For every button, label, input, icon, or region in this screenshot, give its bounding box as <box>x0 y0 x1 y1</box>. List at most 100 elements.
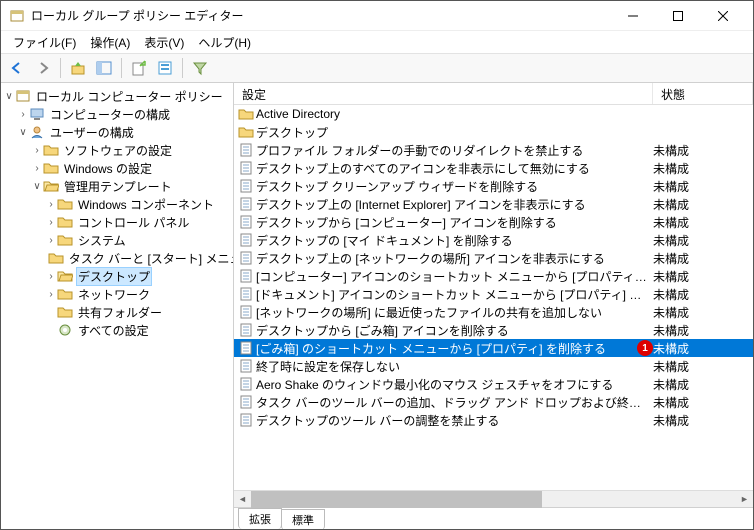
policy-icon <box>236 340 256 356</box>
tree-desktop[interactable]: › デスクトップ <box>1 267 233 285</box>
tabstrip: 拡張 標準 <box>234 507 753 529</box>
policy-icon <box>236 232 256 248</box>
list-row[interactable]: デスクトップの [マイ ドキュメント] を削除する未構成 <box>234 231 753 249</box>
collapse-icon[interactable]: ∨ <box>3 91 15 102</box>
list-row[interactable]: [ネットワークの場所] に最近使ったファイルの共有を追加しない未構成 <box>234 303 753 321</box>
tree-label: コントロール パネル <box>76 213 191 232</box>
list-row[interactable]: [ドキュメント] アイコンのショートカット メニューから [プロパティ] を削除… <box>234 285 753 303</box>
collapse-icon[interactable]: ∨ <box>31 181 43 192</box>
menu-action[interactable]: 操作(A) <box>84 32 136 53</box>
list-row[interactable]: Aero Shake のウィンドウ最小化のマウス ジェスチャをオフにする未構成 <box>234 375 753 393</box>
policy-icon <box>236 394 256 410</box>
horizontal-scrollbar[interactable]: ◄ ► <box>234 490 753 507</box>
tree-computer-config[interactable]: › コンピューターの構成 <box>1 105 233 123</box>
policy-icon <box>236 358 256 374</box>
refresh-button[interactable] <box>153 56 177 80</box>
user-icon <box>29 124 45 140</box>
tree-all-settings[interactable]: すべての設定 <box>1 321 233 339</box>
tab-extended[interactable]: 拡張 <box>238 508 282 529</box>
expand-icon[interactable]: › <box>45 271 57 282</box>
tree-control-panel[interactable]: › コントロール パネル <box>1 213 233 231</box>
tree-user-config[interactable]: ∨ ユーザーの構成 <box>1 123 233 141</box>
list-row[interactable]: デスクトップのツール バーの調整を禁止する未構成 <box>234 411 753 429</box>
tree-label: 共有フォルダー <box>76 303 164 322</box>
menubar: ファイル(F) 操作(A) 表示(V) ヘルプ(H) <box>1 31 753 53</box>
tree-software[interactable]: › ソフトウェアの設定 <box>1 141 233 159</box>
policy-icon <box>236 142 256 158</box>
scroll-left-button[interactable]: ◄ <box>234 491 251 508</box>
list-row[interactable]: デスクトップ <box>234 123 753 141</box>
list-row[interactable]: デスクトップ上のすべてのアイコンを非表示にして無効にする未構成 <box>234 159 753 177</box>
list-row[interactable]: タスク バーのツール バーの追加、ドラッグ アンド ドロップおよび終了を…未構成 <box>234 393 753 411</box>
list-row[interactable]: デスクトップから [ごみ箱] アイコンを削除する未構成 <box>234 321 753 339</box>
list-row[interactable]: [コンピューター] アイコンのショートカット メニューから [プロパティ] を削… <box>234 267 753 285</box>
column-state[interactable]: 状態 <box>653 83 753 104</box>
tree-win-components[interactable]: › Windows コンポーネント <box>1 195 233 213</box>
expand-icon[interactable]: › <box>31 163 43 174</box>
policy-icon <box>236 196 256 212</box>
cell-state: 未構成 <box>653 178 753 195</box>
expand-icon[interactable]: › <box>45 289 57 300</box>
tree-label: システム <box>76 231 128 250</box>
list-row[interactable]: デスクトップ クリーンアップ ウィザードを削除する未構成 <box>234 177 753 195</box>
filter-button[interactable] <box>188 56 212 80</box>
tree-pane[interactable]: ∨ ローカル コンピューター ポリシー › コンピューターの構成 ∨ ユーザーの… <box>1 83 234 529</box>
tree-label: コンピューターの構成 <box>48 105 172 124</box>
cell-setting: [ごみ箱] のショートカット メニューから [プロパティ] を削除する <box>256 340 631 357</box>
policy-icon <box>236 412 256 428</box>
tree-label: ローカル コンピューター ポリシー <box>34 87 225 106</box>
column-setting[interactable]: 設定 <box>234 83 653 104</box>
collapse-icon[interactable]: ∨ <box>17 127 29 138</box>
list-row[interactable]: デスクトップ上の [Internet Explorer] アイコンを非表示にする… <box>234 195 753 213</box>
cell-state: 未構成 <box>653 376 753 393</box>
scroll-right-button[interactable]: ► <box>736 491 753 508</box>
folder-icon <box>57 196 73 212</box>
list-pane: 設定 状態 Active Directoryデスクトッププロファイル フォルダー… <box>234 83 753 529</box>
tree-shared-folder[interactable]: 共有フォルダー <box>1 303 233 321</box>
separator <box>60 58 61 78</box>
cell-setting: [ドキュメント] アイコンのショートカット メニューから [プロパティ] を削除 <box>256 286 653 303</box>
minimize-button[interactable] <box>610 2 655 30</box>
expand-icon[interactable]: › <box>45 199 57 210</box>
cell-state: 未構成 <box>653 358 753 375</box>
folder-open-icon <box>57 268 73 284</box>
list-row[interactable]: Active Directory <box>234 105 753 123</box>
scroll-track[interactable] <box>251 491 736 508</box>
list-row[interactable]: デスクトップから [コンピューター] アイコンを削除する未構成 <box>234 213 753 231</box>
tab-standard[interactable]: 標準 <box>281 509 325 529</box>
tree-root[interactable]: ∨ ローカル コンピューター ポリシー <box>1 87 233 105</box>
list-row[interactable]: [ごみ箱] のショートカット メニューから [プロパティ] を削除する1未構成 <box>234 339 753 357</box>
menu-file[interactable]: ファイル(F) <box>7 32 82 53</box>
list-row[interactable]: 終了時に設定を保存しない未構成 <box>234 357 753 375</box>
tree-network[interactable]: › ネットワーク <box>1 285 233 303</box>
maximize-button[interactable] <box>655 2 700 30</box>
cell-state: 未構成 <box>653 286 753 303</box>
cell-state: 未構成 <box>653 304 753 321</box>
folder-icon <box>57 304 73 320</box>
tree-taskbar-start[interactable]: タスク バーと [スタート] メニュー <box>1 249 233 267</box>
cell-state: 未構成 <box>653 322 753 339</box>
forward-button[interactable] <box>31 56 55 80</box>
menu-view[interactable]: 表示(V) <box>138 32 190 53</box>
expand-icon[interactable]: › <box>45 235 57 246</box>
back-button[interactable] <box>5 56 29 80</box>
expand-icon[interactable]: › <box>31 145 43 156</box>
folder-icon <box>57 214 73 230</box>
expand-icon[interactable]: › <box>17 109 29 120</box>
tree-windows-settings[interactable]: › Windows の設定 <box>1 159 233 177</box>
scroll-thumb[interactable] <box>251 491 542 508</box>
expand-icon[interactable]: › <box>45 217 57 228</box>
list-header: 設定 状態 <box>234 83 753 105</box>
export-button[interactable] <box>127 56 151 80</box>
list-body[interactable]: Active Directoryデスクトッププロファイル フォルダーの手動でのリ… <box>234 105 753 490</box>
folder-icon <box>236 124 256 140</box>
close-button[interactable] <box>700 2 745 30</box>
annotation-badge: 1 <box>637 340 653 356</box>
menu-help[interactable]: ヘルプ(H) <box>192 32 257 53</box>
up-button[interactable] <box>66 56 90 80</box>
show-hide-tree-button[interactable] <box>92 56 116 80</box>
tree-system[interactable]: › システム <box>1 231 233 249</box>
tree-admin-templates[interactable]: ∨ 管理用テンプレート <box>1 177 233 195</box>
list-row[interactable]: デスクトップ上の [ネットワークの場所] アイコンを非表示にする未構成 <box>234 249 753 267</box>
list-row[interactable]: プロファイル フォルダーの手動でのリダイレクトを禁止する未構成 <box>234 141 753 159</box>
